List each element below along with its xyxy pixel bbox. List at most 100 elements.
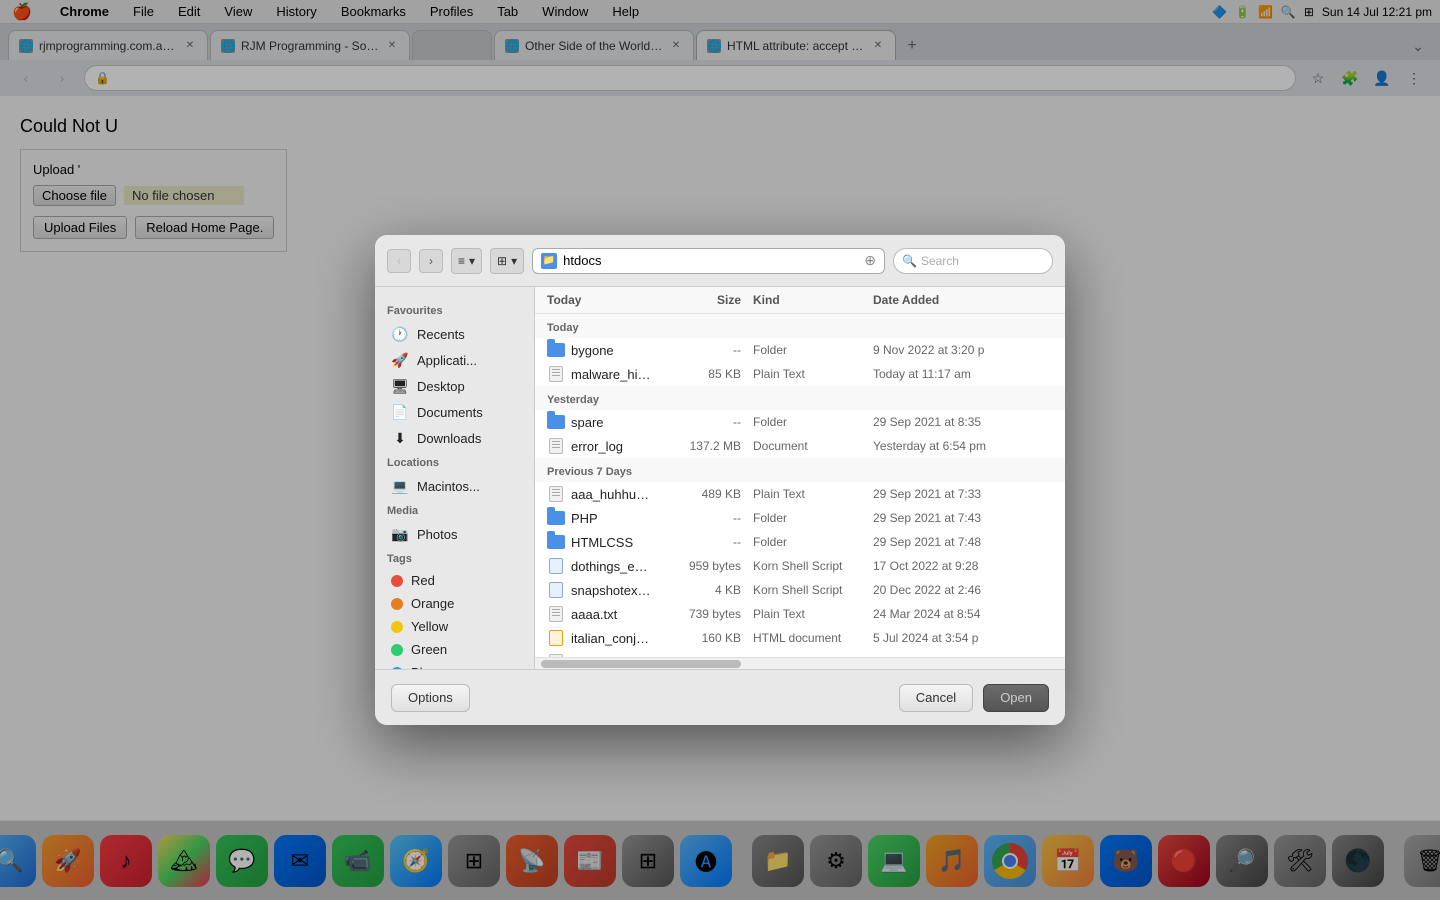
file-date-aaa: 29 Sep 2021 at 7:33 [873, 487, 1053, 501]
location-text: htdocs [563, 253, 601, 268]
file-row-aaa[interactable]: aaa_huhhuh.txt 489 KB Plain Text 29 Sep … [535, 482, 1065, 506]
file-row-italian-getme[interactable]: italian_conju..------GETME 160 KB Docume… [535, 650, 1065, 657]
file-row-bygone[interactable]: bygone -- Folder 9 Nov 2022 at 3:20 p [535, 338, 1065, 362]
file-icon-malware [547, 365, 565, 383]
file-kind-htmlcss: Folder [753, 535, 873, 549]
horizontal-scrollbar[interactable] [535, 657, 1065, 669]
file-name-php: PHP [571, 511, 653, 526]
dialog-footer-right: Cancel Open [899, 684, 1049, 712]
yellow-tag-dot [391, 621, 403, 633]
photos-label: Photos [417, 527, 457, 542]
file-icon-aaa [547, 485, 565, 503]
dialog-list-view-button[interactable]: ≡ ▾ [451, 248, 482, 274]
file-row-php[interactable]: PHP -- Folder 29 Sep 2021 at 7:43 [535, 506, 1065, 530]
col-kind-header: Kind [753, 293, 873, 307]
locations-label: Locations [375, 451, 534, 473]
file-size-italian-html: 160 KB [653, 631, 753, 645]
file-date-snapshot: 20 Dec 2022 at 2:46 [873, 583, 1053, 597]
file-name-errorlog: error_log [571, 439, 653, 454]
red-label: Red [411, 573, 435, 588]
file-date-php: 29 Sep 2021 at 7:43 [873, 511, 1053, 525]
file-kind-bygone: Folder [753, 343, 873, 357]
sidebar-item-blue[interactable]: Blue [379, 661, 530, 669]
file-icon-dothings [547, 557, 565, 575]
file-size-spare: -- [653, 415, 753, 429]
sidebar-item-desktop[interactable]: 🖥 Desktop [379, 373, 530, 399]
group-label-yesterday: Yesterday [535, 386, 1065, 410]
file-kind-dothings: Korn Shell Script [753, 559, 873, 573]
file-size-bygone: -- [653, 343, 753, 357]
file-row-spare[interactable]: spare -- Folder 29 Sep 2021 at 8:35 [535, 410, 1065, 434]
file-row-htmlcss[interactable]: HTMLCSS -- Folder 29 Sep 2021 at 7:48 [535, 530, 1065, 554]
file-size-php: -- [653, 511, 753, 525]
file-date-spare: 29 Sep 2021 at 8:35 [873, 415, 1053, 429]
file-row-snapshot[interactable]: snapshotexim.ksh 4 KB Korn Shell Script … [535, 578, 1065, 602]
yellow-label: Yellow [411, 619, 448, 634]
file-icon-aaaa [547, 605, 565, 623]
sidebar-item-photos[interactable]: 📷 Photos [379, 521, 530, 547]
file-date-bygone: 9 Nov 2022 at 3:20 p [873, 343, 1053, 357]
file-name-dothings: dothings_each_day.ksh [571, 559, 653, 574]
file-row-malware[interactable]: malware_hit.txt 85 KB Plain Text Today a… [535, 362, 1065, 386]
orange-label: Orange [411, 596, 454, 611]
dialog-back-button[interactable]: ‹ [387, 249, 411, 273]
documents-icon: 📄 [391, 403, 409, 421]
open-button[interactable]: Open [983, 684, 1049, 712]
dialog-search-bar[interactable]: 🔍 Search [893, 248, 1053, 274]
sidebar-item-macintosh[interactable]: 💻 Macintos... [379, 473, 530, 499]
dialog-toolbar: ‹ › ≡ ▾ ⊞ ▾ 📁 htdocs ⊕ 🔍 Search [375, 235, 1065, 287]
file-kind-italian-html: HTML document [753, 631, 873, 645]
dialog-forward-button[interactable]: › [419, 249, 443, 273]
desktop-icon: 🖥 [391, 377, 409, 395]
file-name-snapshot: snapshotexim.ksh [571, 583, 653, 598]
file-row-dothings[interactable]: dothings_each_day.ksh 959 bytes Korn She… [535, 554, 1065, 578]
green-tag-dot [391, 644, 403, 656]
folder-icon-bygone [547, 341, 565, 359]
file-name-bygone: bygone [571, 343, 653, 358]
dialog-overlay: ‹ › ≡ ▾ ⊞ ▾ 📁 htdocs ⊕ 🔍 Search [0, 0, 1440, 900]
orange-tag-dot [391, 598, 403, 610]
dialog-footer: Options Cancel Open [375, 669, 1065, 725]
cancel-button[interactable]: Cancel [899, 684, 973, 712]
sidebar-item-documents[interactable]: 📄 Documents [379, 399, 530, 425]
grid-view-chevron: ▾ [511, 254, 517, 268]
favourites-label: Favourites [375, 299, 534, 321]
file-icon-errorlog [547, 437, 565, 455]
file-row-errorlog[interactable]: error_log 137.2 MB Document Yesterday at… [535, 434, 1065, 458]
dialog-file-area: Today Size Kind Date Added Today bygone … [535, 287, 1065, 669]
file-kind-errorlog: Document [753, 439, 873, 453]
group-label-7days: Previous 7 Days [535, 458, 1065, 482]
hscroll-thumb[interactable] [541, 660, 741, 668]
sidebar-item-green[interactable]: Green [379, 638, 530, 661]
list-view-chevron: ▾ [469, 254, 475, 268]
dialog-location-bar[interactable]: 📁 htdocs ⊕ [532, 248, 885, 274]
media-label: Media [375, 499, 534, 521]
col-size-header: Size [653, 293, 753, 307]
file-kind-malware: Plain Text [753, 367, 873, 381]
file-row-italian-html[interactable]: italian_conjugation.html 160 KB HTML doc… [535, 626, 1065, 650]
grid-view-icon: ⊞ [497, 254, 507, 268]
file-dialog: ‹ › ≡ ▾ ⊞ ▾ 📁 htdocs ⊕ 🔍 Search [375, 235, 1065, 725]
file-size-htmlcss: -- [653, 535, 753, 549]
sidebar-item-red[interactable]: Red [379, 569, 530, 592]
folder-icon-php [547, 509, 565, 527]
macintosh-label: Macintos... [417, 479, 480, 494]
sidebar-item-recents[interactable]: 🕐 Recents [379, 321, 530, 347]
sidebar-item-applications[interactable]: 🚀 Applicati... [379, 347, 530, 373]
col-date-header: Date Added [873, 293, 1053, 307]
sidebar-item-orange[interactable]: Orange [379, 592, 530, 615]
tags-label: Tags [375, 547, 534, 569]
sidebar-item-yellow[interactable]: Yellow [379, 615, 530, 638]
file-row-aaaa[interactable]: aaaa.txt 739 bytes Plain Text 24 Mar 202… [535, 602, 1065, 626]
sidebar-item-downloads[interactable]: ⬇ Downloads [379, 425, 530, 451]
dialog-grid-view-button[interactable]: ⊞ ▾ [490, 248, 524, 274]
file-date-htmlcss: 29 Sep 2021 at 7:48 [873, 535, 1053, 549]
file-list-header: Today Size Kind Date Added [535, 287, 1065, 314]
file-list: Today bygone -- Folder 9 Nov 2022 at 3:2… [535, 314, 1065, 657]
file-kind-aaa: Plain Text [753, 487, 873, 501]
applications-icon: 🚀 [391, 351, 409, 369]
file-size-malware: 85 KB [653, 367, 753, 381]
options-button[interactable]: Options [391, 684, 470, 712]
file-size-dothings: 959 bytes [653, 559, 753, 573]
recents-icon: 🕐 [391, 325, 409, 343]
